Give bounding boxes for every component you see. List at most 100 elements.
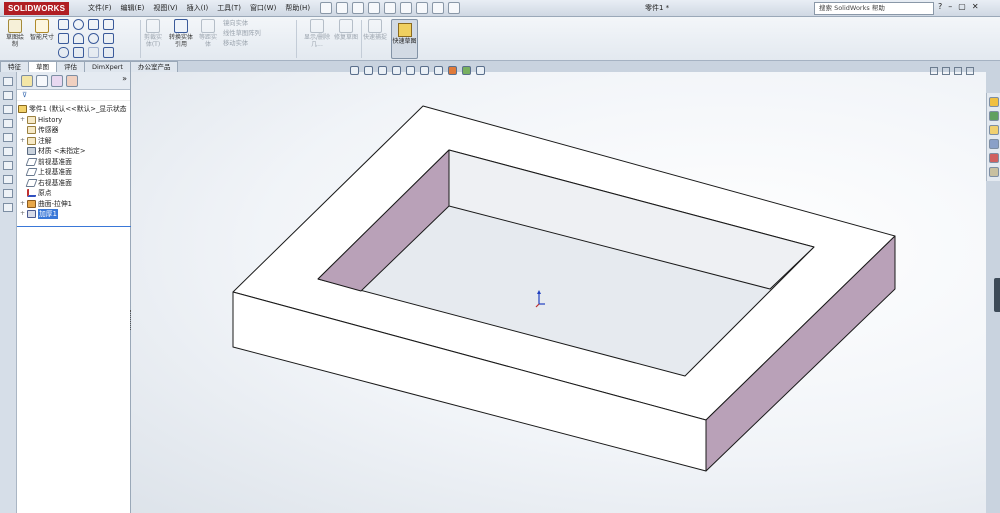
rebuild-icon[interactable] <box>416 2 428 14</box>
graphics-area[interactable] <box>131 72 986 513</box>
section-view-icon[interactable] <box>392 66 401 75</box>
trim-button[interactable]: 剪裁实体(T) <box>142 19 164 48</box>
menu-tools[interactable]: 工具(T) <box>217 3 241 13</box>
display-delete-relations-button[interactable]: 显示/删除几... <box>303 19 331 48</box>
print-icon[interactable] <box>368 2 380 14</box>
text-icon[interactable] <box>103 33 114 44</box>
polygon-icon[interactable] <box>73 47 84 58</box>
edit-appearance-icon[interactable] <box>448 66 457 75</box>
expand-toggle[interactable]: + <box>20 115 27 125</box>
linear-pattern-item[interactable]: 线性草图阵列 <box>223 29 261 39</box>
toolbar-icon[interactable] <box>3 203 13 212</box>
save-icon[interactable] <box>352 2 364 14</box>
toolbar-icon[interactable] <box>3 161 13 170</box>
dropdown-icon[interactable] <box>118 19 129 30</box>
rollback-bar[interactable] <box>17 226 131 227</box>
toolbar-icon[interactable] <box>3 147 13 156</box>
menu-help[interactable]: 帮助(H) <box>285 3 310 13</box>
design-library-icon[interactable] <box>988 111 999 121</box>
tree-item-material[interactable]: 材质 <未指定> <box>20 146 86 156</box>
ellipse-icon[interactable] <box>88 33 99 44</box>
centerline-icon[interactable] <box>103 47 114 58</box>
tree-item-surface-extrude[interactable]: + 曲面-拉伸1 <box>20 199 72 209</box>
view-palette-icon[interactable] <box>988 139 999 149</box>
undo-icon[interactable] <box>384 2 396 14</box>
slot-icon[interactable] <box>58 47 69 58</box>
toolbar-icon[interactable] <box>3 77 13 86</box>
smart-dimension-button[interactable]: 智能尺寸 <box>30 19 54 41</box>
repair-sketch-button[interactable]: 修复草图 <box>334 19 358 41</box>
close-doc-icon[interactable] <box>966 67 974 75</box>
file-explorer-icon[interactable] <box>988 125 999 135</box>
toolbar-icon[interactable] <box>3 119 13 128</box>
arc-icon[interactable] <box>73 33 84 44</box>
tree-item-annotations[interactable]: + 注解 <box>20 136 52 146</box>
property-manager-tab-icon[interactable] <box>36 75 48 87</box>
expand-toggle[interactable]: + <box>20 199 27 209</box>
line-icon[interactable] <box>58 19 69 30</box>
tree-root[interactable]: 零件1 (默认<<默认>_显示状态 <box>18 104 127 114</box>
rapid-sketch-button[interactable]: 快速草图 <box>391 19 418 59</box>
dropdown-icon[interactable] <box>118 33 129 44</box>
move-entities-item[interactable]: 移动实体 <box>223 39 261 49</box>
tree-item-front-plane[interactable]: 前视基准面 <box>20 157 72 167</box>
hide-show-items-icon[interactable] <box>434 66 443 75</box>
toolbar-icon[interactable] <box>3 105 13 114</box>
tree-filter[interactable]: ⊽ <box>17 90 130 101</box>
menu-edit[interactable]: 编辑(E) <box>121 3 145 13</box>
tab-features[interactable]: 特征 <box>0 61 29 72</box>
new-icon[interactable] <box>320 2 332 14</box>
appearances-icon[interactable] <box>988 153 999 163</box>
tile-icon[interactable] <box>930 67 938 75</box>
menu-insert[interactable]: 插入(I) <box>187 3 209 13</box>
toolbar-icon[interactable] <box>3 91 13 100</box>
previous-view-icon[interactable] <box>378 66 387 75</box>
mirror-entities-item[interactable]: 镜向实体 <box>223 19 261 29</box>
help-search-input[interactable]: 搜索 SolidWorks 帮助 <box>814 2 934 15</box>
tab-office-products[interactable]: 办公室产品 <box>129 61 179 72</box>
tree-item-origin[interactable]: 原点 <box>20 188 52 198</box>
fillet-icon[interactable] <box>88 47 99 58</box>
circle-icon[interactable] <box>73 19 84 30</box>
tab-sketch[interactable]: 草图 <box>28 61 57 72</box>
expand-toggle[interactable]: + <box>20 209 27 219</box>
point-icon[interactable] <box>103 19 114 30</box>
view-orientation-icon[interactable] <box>406 66 415 75</box>
toolbar-icon[interactable] <box>3 133 13 142</box>
open-icon[interactable] <box>336 2 348 14</box>
quick-snaps-button[interactable]: 快速捕捉 <box>363 19 387 41</box>
toolbar-icon[interactable] <box>3 189 13 198</box>
configuration-manager-tab-icon[interactable] <box>51 75 63 87</box>
tree-item-sensors[interactable]: 传感器 <box>20 125 58 135</box>
toolbar-icon[interactable] <box>3 175 13 184</box>
dropdown-icon[interactable] <box>118 47 129 58</box>
tree-item-history[interactable]: + History <box>20 115 62 125</box>
tree-item-top-plane[interactable]: 上视基准面 <box>20 167 72 177</box>
display-style-icon[interactable] <box>420 66 429 75</box>
convert-entities-button[interactable]: 转换实体引用 <box>168 19 194 48</box>
spline-icon[interactable] <box>88 19 99 30</box>
menu-view[interactable]: 视图(V) <box>153 3 177 13</box>
tree-item-right-plane[interactable]: 右视基准面 <box>20 178 72 188</box>
resources-icon[interactable] <box>988 97 999 107</box>
tab-evaluate[interactable]: 评估 <box>56 61 85 72</box>
options-icon[interactable] <box>448 2 460 14</box>
close-button[interactable]: ✕ <box>972 2 979 11</box>
tab-dimxpert[interactable]: DimXpert <box>84 61 131 72</box>
apply-scene-icon[interactable] <box>462 66 471 75</box>
tree-item-thicken[interactable]: + 加厚1 <box>20 209 58 219</box>
menu-window[interactable]: 窗口(W) <box>250 3 276 13</box>
maximize-doc-icon[interactable] <box>954 67 962 75</box>
more-tabs-icon[interactable]: » <box>122 74 127 83</box>
offset-entities-button[interactable]: 等距实体 <box>197 19 219 48</box>
feature-manager-tab-icon[interactable] <box>21 75 33 87</box>
restore-button[interactable]: ▢ <box>958 2 966 11</box>
menu-file[interactable]: 文件(F) <box>88 3 112 13</box>
rectangle-icon[interactable] <box>58 33 69 44</box>
file-properties-icon[interactable] <box>432 2 444 14</box>
custom-properties-icon[interactable] <box>988 167 999 177</box>
view-settings-icon[interactable] <box>476 66 485 75</box>
help-button[interactable]: ? <box>938 2 942 11</box>
display-manager-tab-icon[interactable] <box>66 75 78 87</box>
minimize-button[interactable]: – <box>948 2 952 11</box>
